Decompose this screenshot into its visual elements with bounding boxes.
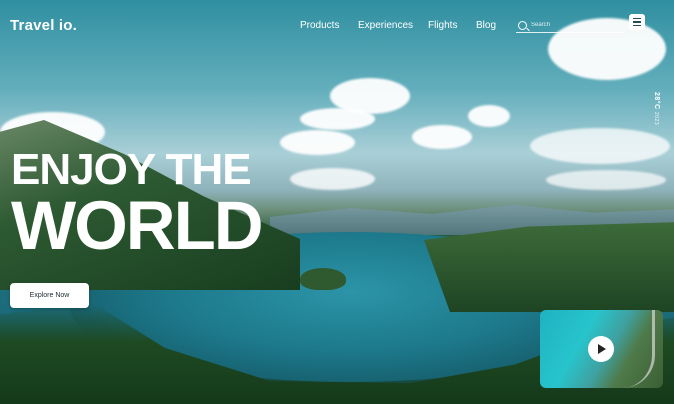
nav-flights[interactable]: Flights	[428, 20, 457, 31]
play-button[interactable]	[588, 336, 614, 362]
hero-headline: ENJOY THE WORLD	[11, 145, 264, 264]
road-image	[622, 310, 655, 388]
headline-line-1: ENJOY THE	[11, 145, 252, 194]
search-input[interactable]	[531, 22, 621, 28]
headline-line-2: WORLD	[11, 187, 264, 264]
hamburger-icon	[633, 24, 641, 27]
island-image	[300, 268, 346, 290]
nav-products[interactable]: Products	[300, 20, 339, 31]
nav-experiences[interactable]: Experiences	[358, 20, 413, 31]
side-info-sub: 2023	[653, 112, 659, 126]
top-nav: Travel io. Products Experiences Flights …	[0, 0, 674, 50]
menu-button[interactable]	[629, 14, 645, 30]
logo[interactable]: Travel io.	[10, 17, 77, 34]
cloud-image	[280, 130, 355, 155]
hamburger-icon	[633, 17, 641, 20]
cloud-image	[290, 168, 375, 190]
cloud-image	[546, 170, 666, 190]
video-thumbnail[interactable]	[540, 310, 663, 388]
cloud-image	[412, 125, 472, 149]
explore-now-button[interactable]: Explore Now	[10, 283, 89, 308]
search-icon[interactable]	[518, 20, 527, 30]
cloud-image	[300, 108, 375, 130]
forest-right-image	[424, 222, 674, 312]
side-info: 28°C 2023	[646, 92, 660, 142]
nav-blog[interactable]: Blog	[476, 20, 496, 31]
side-info-main: 28°C	[653, 92, 660, 110]
hero-section: Travel io. Products Experiences Flights …	[0, 0, 674, 404]
play-icon	[598, 344, 606, 354]
search-bar	[516, 18, 624, 33]
hamburger-icon	[633, 21, 641, 23]
cloud-image	[468, 105, 510, 127]
